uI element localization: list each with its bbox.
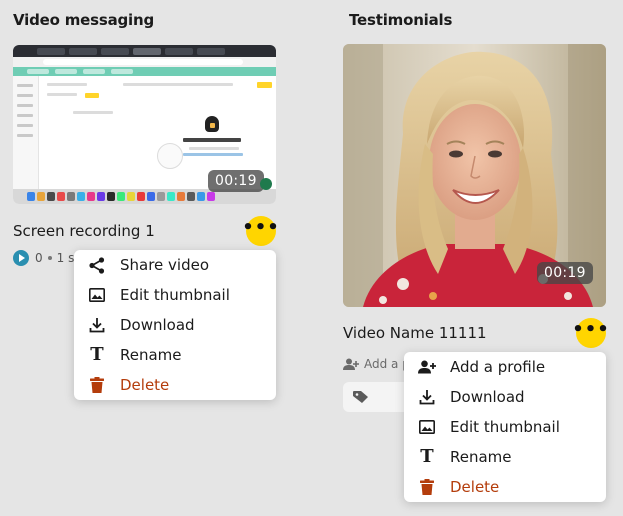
menu-item-label: Delete <box>450 478 500 496</box>
menu-item-rename[interactable]: T Rename <box>74 340 276 370</box>
video-title[interactable]: Video Name 11111 <box>343 324 487 342</box>
add-profile-link[interactable]: Add a p <box>343 357 410 371</box>
menu-item-delete[interactable]: Delete <box>404 472 606 502</box>
screenshot-mascot-tie <box>210 123 215 128</box>
more-options-button[interactable]: ••• <box>572 318 609 348</box>
trash-icon <box>88 376 106 394</box>
menu-item-label: Edit thumbnail <box>450 418 560 436</box>
text-icon: T <box>90 344 104 365</box>
add-person-icon <box>343 358 359 370</box>
add-person-icon <box>418 358 436 376</box>
play-icon <box>13 250 29 266</box>
video-duration-badge: 00:19 <box>537 262 593 284</box>
menu-item-delete[interactable]: Delete <box>74 370 276 400</box>
menu-item-label: Download <box>450 388 525 406</box>
screenshot-yellow-tag <box>85 93 99 98</box>
screenshot-sidebar <box>13 76 39 189</box>
menu-item-label: Download <box>120 316 195 334</box>
video-stats: 0 1 se <box>13 250 82 266</box>
add-profile-label: Add a p <box>364 357 410 371</box>
menu-item-label: Rename <box>450 448 512 466</box>
video-options-menu: Share video Edit thumbnail Download T Re… <box>74 250 276 400</box>
tag-icon <box>353 391 368 403</box>
video-title[interactable]: Screen recording 1 <box>13 222 155 240</box>
screenshot-text-line <box>47 93 77 96</box>
menu-item-label: Edit thumbnail <box>120 286 230 304</box>
screenshot-yellow-button <box>257 82 272 88</box>
menu-item-label: Share video <box>120 256 210 274</box>
camera-indicator-icon <box>260 178 272 190</box>
menu-item-add-profile[interactable]: Add a profile <box>404 352 606 382</box>
menu-item-label: Rename <box>120 346 182 364</box>
screenshot-address-bar <box>13 57 276 67</box>
share-icon <box>88 256 106 274</box>
menu-item-label: Add a profile <box>450 358 546 376</box>
more-options-button[interactable]: ••• <box>242 216 279 246</box>
menu-item-share-video[interactable]: Share video <box>74 250 276 280</box>
menu-item-edit-thumbnail[interactable]: Edit thumbnail <box>74 280 276 310</box>
section-title-video-messaging: Video messaging <box>13 11 155 29</box>
separator-dot <box>47 256 52 260</box>
screenshot-app-nav <box>13 67 276 76</box>
screenshot-text-line <box>123 83 233 86</box>
menu-item-edit-thumbnail[interactable]: Edit thumbnail <box>404 412 606 442</box>
menu-item-rename[interactable]: T Rename <box>404 442 606 472</box>
video-options-menu: Add a profile Download Edit thumbnail T … <box>404 352 606 502</box>
screenshot-text-line <box>73 111 113 114</box>
menu-item-download[interactable]: Download <box>74 310 276 340</box>
download-icon <box>88 316 106 334</box>
section-title-testimonials: Testimonials <box>349 11 453 29</box>
screenshot-text-line <box>47 83 87 86</box>
screenshot-link-line <box>183 153 243 156</box>
screenshot-avatar-circle <box>157 143 183 169</box>
menu-item-download[interactable]: Download <box>404 382 606 412</box>
image-icon <box>418 418 436 436</box>
menu-item-label: Delete <box>120 376 170 394</box>
text-icon: T <box>420 446 434 467</box>
view-count: 0 <box>35 251 43 265</box>
screenshot-headline <box>183 138 241 142</box>
image-icon <box>88 286 106 304</box>
screenshot-browser-tabs <box>13 45 276 57</box>
video-duration-badge: 00:19 <box>208 170 264 192</box>
screenshot-text-line <box>189 147 239 150</box>
download-icon <box>418 388 436 406</box>
trash-icon <box>418 478 436 496</box>
